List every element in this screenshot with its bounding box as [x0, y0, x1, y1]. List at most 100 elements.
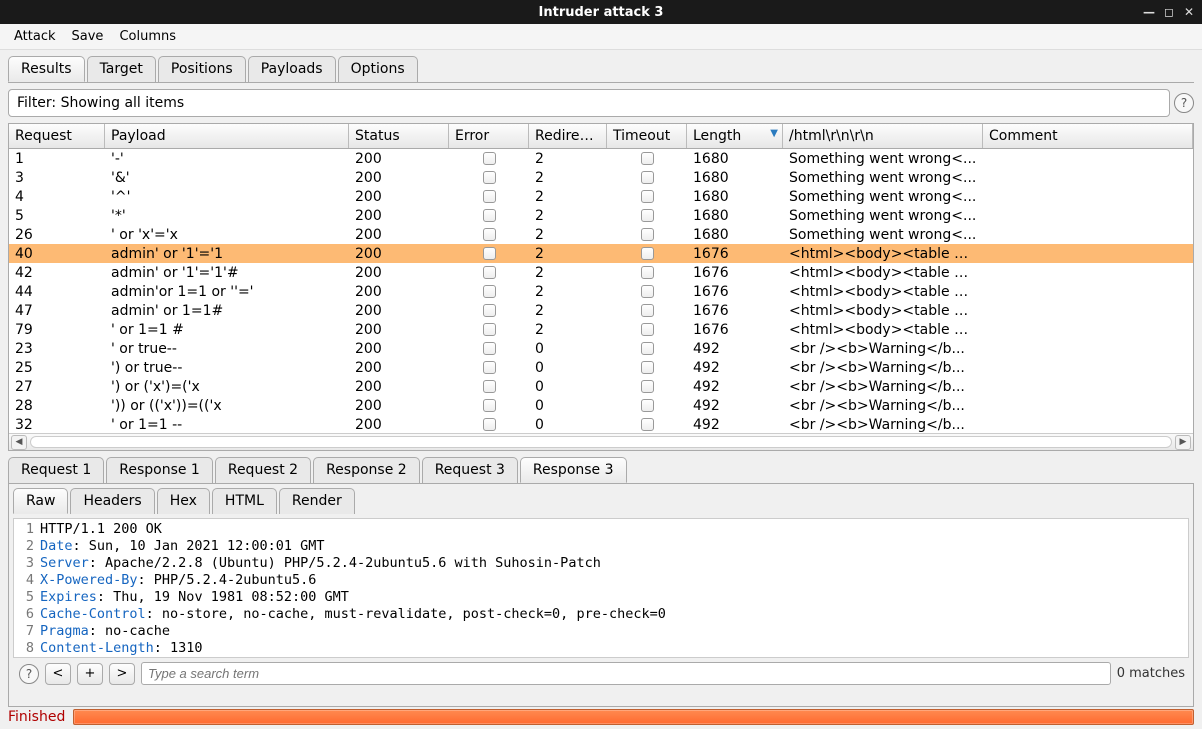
tab-options[interactable]: Options [338, 56, 418, 82]
timeout-checkbox [641, 190, 654, 203]
timeout-checkbox [641, 209, 654, 222]
tab-response-1[interactable]: Response 1 [106, 457, 213, 483]
table-row[interactable]: 32' or 1=1 --2000492<br /><b>Warning</b.… [9, 415, 1193, 433]
col-payload[interactable]: Payload [105, 124, 349, 148]
tab-response-2[interactable]: Response 2 [313, 457, 420, 483]
timeout-checkbox [641, 418, 654, 431]
timeout-checkbox [641, 285, 654, 298]
progress-bar [73, 709, 1194, 725]
response-panel: Raw Headers Hex HTML Render 12345678 HTT… [8, 483, 1194, 707]
request-response-tabs: Request 1 Response 1 Request 2 Response … [8, 451, 1194, 483]
scroll-right-icon[interactable]: ▶ [1175, 435, 1191, 450]
help-icon[interactable]: ? [1174, 93, 1194, 113]
viewtab-render[interactable]: Render [279, 488, 355, 514]
main-tab-bar: Results Target Positions Payloads Option… [0, 50, 1202, 82]
timeout-checkbox [641, 304, 654, 317]
tab-response-3[interactable]: Response 3 [520, 457, 627, 483]
col-request[interactable]: Request [9, 124, 105, 148]
window-titlebar: Intruder attack 3 — ◻ ✕ [0, 0, 1202, 24]
col-redirections[interactable]: Redirec... [529, 124, 607, 148]
search-help-icon[interactable]: ? [19, 664, 39, 684]
col-status[interactable]: Status [349, 124, 449, 148]
timeout-checkbox [641, 171, 654, 184]
col-timeout[interactable]: Timeout [607, 124, 687, 148]
maximize-button[interactable]: ◻ [1162, 5, 1176, 19]
col-extract[interactable]: /html\r\n\r\n [783, 124, 983, 148]
scroll-left-icon[interactable]: ◀ [11, 435, 27, 450]
menubar: Attack Save Columns [0, 24, 1202, 50]
table-row[interactable]: 25') or true--2000492<br /><b>Warning</b… [9, 358, 1193, 377]
results-table: Request Payload Status Error Redirec... … [8, 123, 1194, 451]
col-error[interactable]: Error [449, 124, 529, 148]
table-row[interactable]: 26' or 'x'='x20021680Something went wron… [9, 225, 1193, 244]
error-checkbox [483, 190, 496, 203]
tab-payloads[interactable]: Payloads [248, 56, 336, 82]
viewtab-headers[interactable]: Headers [70, 488, 154, 514]
timeout-checkbox [641, 247, 654, 260]
search-prev-button[interactable]: < [45, 663, 71, 685]
table-row[interactable]: 79' or 1=1 #20021676<html><body><table w… [9, 320, 1193, 339]
timeout-checkbox [641, 380, 654, 393]
col-length[interactable]: Length ▼ [687, 124, 783, 148]
sort-indicator-icon: ▼ [770, 128, 778, 139]
error-checkbox [483, 209, 496, 222]
line-gutter: 12345678 [14, 519, 40, 657]
tab-positions[interactable]: Positions [158, 56, 246, 82]
col-comment[interactable]: Comment [983, 124, 1193, 148]
viewtab-raw[interactable]: Raw [13, 488, 68, 514]
filter-bar[interactable]: Filter: Showing all items [8, 89, 1170, 117]
error-checkbox [483, 304, 496, 317]
table-row[interactable]: 23' or true--2000492<br /><b>Warning</b.… [9, 339, 1193, 358]
error-checkbox [483, 285, 496, 298]
search-next-button[interactable]: > [109, 663, 135, 685]
search-bar: ? < + > 0 matches [9, 658, 1193, 689]
table-row[interactable]: 5'*'20021680Something went wrong<... [9, 206, 1193, 225]
timeout-checkbox [641, 323, 654, 336]
raw-response-view[interactable]: 12345678 HTTP/1.1 200 OK Date: Sun, 10 J… [13, 518, 1189, 658]
table-row[interactable]: 28')) or (('x'))=(('x2000492<br /><b>War… [9, 396, 1193, 415]
timeout-checkbox [641, 361, 654, 374]
menu-attack[interactable]: Attack [8, 27, 62, 46]
status-label: Finished [8, 709, 65, 725]
table-body[interactable]: 1'-'20021680Something went wrong<...3'&'… [9, 149, 1193, 433]
viewtab-hex[interactable]: Hex [157, 488, 210, 514]
close-button[interactable]: ✕ [1182, 5, 1196, 19]
table-row[interactable]: 3'&'20021680Something went wrong<... [9, 168, 1193, 187]
results-panel: Filter: Showing all items ? Request Payl… [8, 82, 1194, 707]
tab-request-2[interactable]: Request 2 [215, 457, 311, 483]
table-row[interactable]: 47admin' or 1=1#20021676<html><body><tab… [9, 301, 1193, 320]
menu-columns[interactable]: Columns [113, 27, 182, 46]
tab-request-1[interactable]: Request 1 [8, 457, 104, 483]
horizontal-scrollbar[interactable]: ◀ ▶ [9, 433, 1193, 450]
viewtab-html[interactable]: HTML [212, 488, 277, 514]
error-checkbox [483, 323, 496, 336]
search-input[interactable] [141, 662, 1111, 685]
tab-request-3[interactable]: Request 3 [422, 457, 518, 483]
timeout-checkbox [641, 228, 654, 241]
table-row[interactable]: 1'-'20021680Something went wrong<... [9, 149, 1193, 168]
table-row[interactable]: 44admin'or 1=1 or ''='20021676<html><bod… [9, 282, 1193, 301]
error-checkbox [483, 228, 496, 241]
table-row[interactable]: 40admin' or '1'='120021676<html><body><t… [9, 244, 1193, 263]
error-checkbox [483, 380, 496, 393]
error-checkbox [483, 266, 496, 279]
error-checkbox [483, 152, 496, 165]
search-add-button[interactable]: + [77, 663, 103, 685]
menu-save[interactable]: Save [66, 27, 110, 46]
error-checkbox [483, 418, 496, 431]
search-match-count: 0 matches [1117, 666, 1187, 681]
table-header: Request Payload Status Error Redirec... … [9, 124, 1193, 149]
col-length-label: Length [693, 128, 741, 144]
error-checkbox [483, 399, 496, 412]
timeout-checkbox [641, 266, 654, 279]
table-row[interactable]: 42admin' or '1'='1'#20021676<html><body>… [9, 263, 1193, 282]
scroll-track[interactable] [30, 436, 1172, 448]
minimize-button[interactable]: — [1142, 5, 1156, 19]
tab-target[interactable]: Target [87, 56, 156, 82]
table-row[interactable]: 4'^'20021680Something went wrong<... [9, 187, 1193, 206]
table-row[interactable]: 27') or ('x')=('x2000492<br /><b>Warning… [9, 377, 1193, 396]
error-checkbox [483, 247, 496, 260]
response-text[interactable]: HTTP/1.1 200 OK Date: Sun, 10 Jan 2021 1… [40, 519, 666, 657]
tab-results[interactable]: Results [8, 56, 85, 82]
error-checkbox [483, 361, 496, 374]
